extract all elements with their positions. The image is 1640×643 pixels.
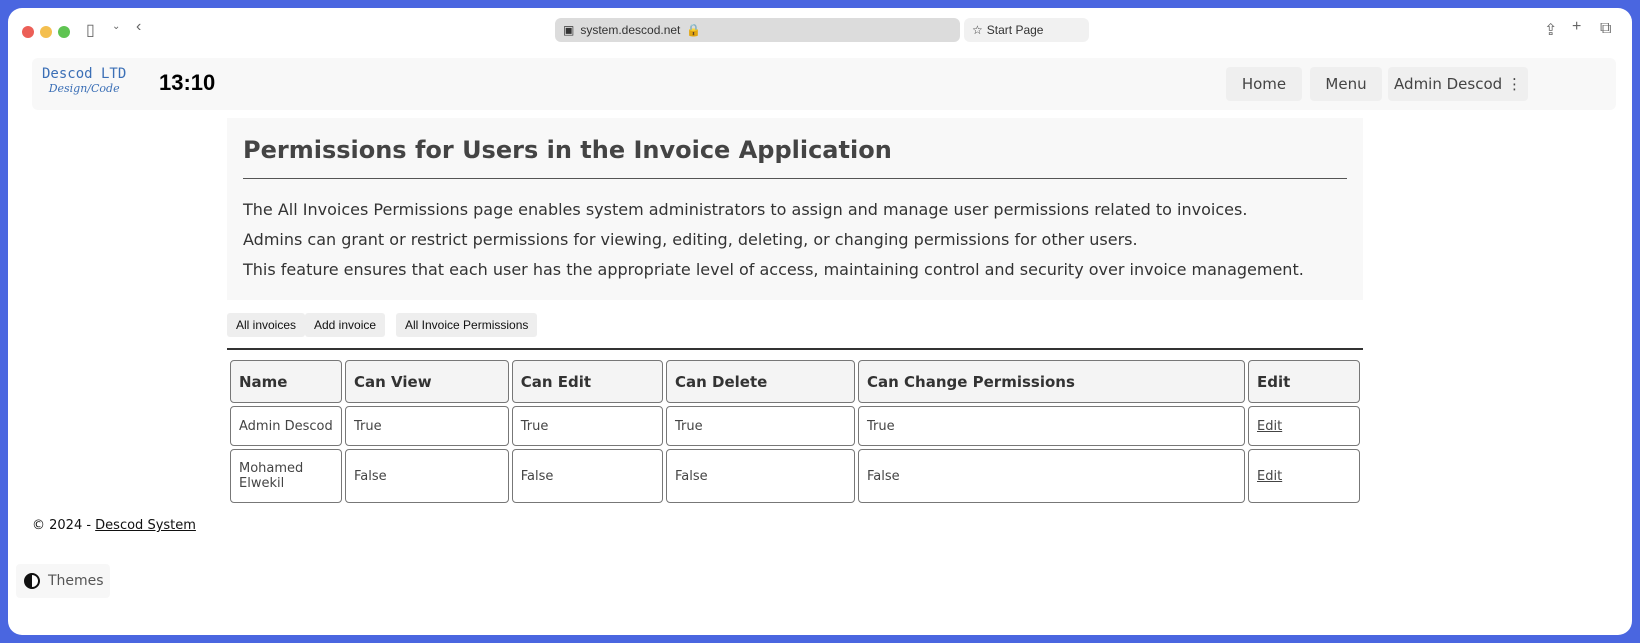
chevron-down-icon[interactable]: ⌄	[112, 21, 120, 32]
maximize-dot[interactable]	[58, 26, 70, 38]
table-header: Name Can View Can Edit Can Delete Can Ch…	[230, 360, 1360, 403]
back-icon[interactable]: ‹	[136, 18, 141, 36]
header-can-edit: Can Edit	[511, 360, 663, 403]
sidebar-icon[interactable]: ▯	[86, 20, 95, 40]
cell-can-edit: False	[511, 449, 663, 503]
cell-can-view: True	[345, 406, 509, 446]
url-text: system.descod.net	[580, 23, 681, 37]
logo-tagline: Design/Code	[48, 82, 120, 95]
cell-can-change-permissions: False	[857, 449, 1245, 503]
browser-window: ▯ ⌄ ‹ ▣ system.descod.net 🔒 ☆ Start Page ⇪ …	[8, 8, 1632, 635]
cell-edit: Edit	[1248, 406, 1360, 446]
intro-text: This feature ensures that each user has …	[243, 260, 1304, 279]
page-title: Permissions for Users in the Invoice App…	[243, 136, 1347, 179]
footer: © 2024 - Descod System	[32, 518, 196, 533]
copyright: © 2024 -	[32, 518, 96, 533]
cell-name: Admin Descod	[230, 406, 342, 446]
more-icon: ⋮	[1506, 75, 1522, 93]
browser-toolbar: ▯ ⌄ ‹ ▣ system.descod.net 🔒 ☆ Start Page ⇪ …	[8, 8, 1632, 52]
cell-can-view: False	[345, 449, 509, 503]
nav-menu[interactable]: Menu	[1310, 67, 1382, 101]
logo-text: Descod LTD	[42, 66, 127, 82]
navbar: Descod LTD Design/Code 13:10 Home Menu Ad…	[32, 58, 1616, 110]
minimize-dot[interactable]	[40, 26, 52, 38]
cell-can-edit: True	[511, 406, 663, 446]
new-tab-icon[interactable]: +	[1572, 18, 1581, 36]
table-row: Admin Descod True True True True Edit	[230, 406, 1360, 446]
nav-home[interactable]: Home	[1226, 67, 1302, 101]
themes-button[interactable]: Themes	[16, 564, 110, 598]
cell-can-change-permissions: True	[857, 406, 1245, 446]
footer-link[interactable]: Descod System	[95, 518, 196, 533]
header-can-change-permissions: Can Change Permissions	[857, 360, 1245, 403]
intro-panel: Permissions for Users in the Invoice App…	[227, 118, 1363, 300]
tabs-icon[interactable]: ⧉	[1600, 20, 1611, 38]
start-page-tab[interactable]: ☆ Start Page	[964, 18, 1089, 42]
header-name: Name	[230, 360, 342, 403]
divider	[227, 348, 1363, 350]
cell-edit: Edit	[1248, 449, 1360, 503]
cell-can-delete: False	[666, 449, 855, 503]
add-invoice-button[interactable]: Add invoice	[305, 313, 386, 337]
start-page-label: Start Page	[986, 23, 1044, 37]
address-bar[interactable]: ▣ system.descod.net 🔒	[555, 18, 960, 42]
user-name: Admin Descod	[1394, 75, 1503, 93]
permissions-table: Name Can View Can Edit Can Delete Can Ch…	[227, 357, 1363, 506]
edit-link[interactable]: Edit	[1257, 419, 1282, 434]
intro-text: Admins can grant or restrict permissions…	[243, 230, 1138, 249]
header-can-view: Can View	[345, 360, 509, 403]
header-can-delete: Can Delete	[666, 360, 855, 403]
close-dot[interactable]	[22, 26, 34, 38]
share-icon[interactable]: ⇪	[1544, 20, 1557, 40]
site-icon: ▣	[563, 23, 575, 37]
star-icon: ☆	[972, 23, 983, 37]
lock-icon: 🔒	[686, 23, 702, 37]
all-invoices-button[interactable]: All invoices	[227, 313, 306, 337]
edit-link[interactable]: Edit	[1257, 469, 1282, 484]
cell-name: Mohamed Elwekil	[230, 449, 342, 503]
intro-text: The All Invoices Permissions page enable…	[243, 200, 1248, 219]
cell-can-delete: True	[666, 406, 855, 446]
clock: 13:10	[159, 70, 216, 95]
contrast-icon	[24, 573, 40, 589]
table-row: Mohamed Elwekil False False False False …	[230, 449, 1360, 503]
logo[interactable]: Descod LTD Design/Code	[42, 66, 126, 95]
themes-label: Themes	[48, 573, 104, 589]
nav-user[interactable]: Admin Descod ⋮	[1388, 67, 1528, 101]
header-edit: Edit	[1248, 360, 1360, 403]
all-invoice-permissions-button[interactable]: All Invoice Permissions	[396, 313, 538, 337]
